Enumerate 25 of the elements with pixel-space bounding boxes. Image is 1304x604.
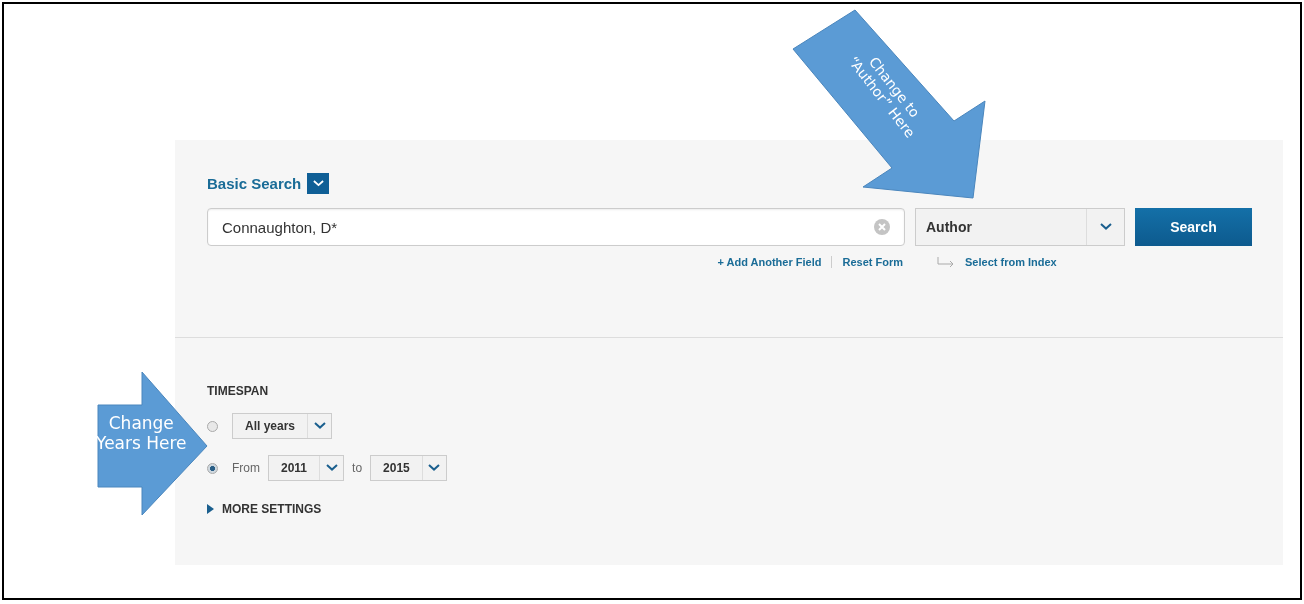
form-link[interactable]: Reset Form [842,256,903,268]
callout-text: Change Years Here [96,414,187,454]
search-field[interactable]: Connaughton, D* [207,208,905,246]
field-select[interactable]: Author [915,208,1125,246]
search-button[interactable]: Search [1135,208,1252,246]
return-arrow-icon [937,256,955,268]
chevron-down-icon [313,422,326,430]
triangle-right-icon [207,504,214,514]
chevron-down-icon [1099,223,1112,231]
timespan-heading: TIMESPAN [207,384,270,398]
radio-button[interactable] [207,420,218,432]
year-select[interactable]: 2015 [370,455,447,481]
search-title: Basic Search [207,175,302,192]
to-label: to [352,461,363,475]
dropdown-button[interactable] [307,173,330,194]
chevron-down-icon [428,464,441,472]
years-select[interactable]: All years [232,413,333,439]
index-link[interactable]: Select from Index [965,256,1057,268]
chevron-down-icon [325,464,338,472]
form-link[interactable]: + Add Another Field [717,256,822,268]
from-label: From [232,461,260,475]
radio-button[interactable] [207,462,218,474]
chevron-down-icon [312,180,324,187]
more-settings-toggle[interactable]: MORE SETTINGS [207,502,322,516]
year-select[interactable]: 2011 [268,455,345,481]
